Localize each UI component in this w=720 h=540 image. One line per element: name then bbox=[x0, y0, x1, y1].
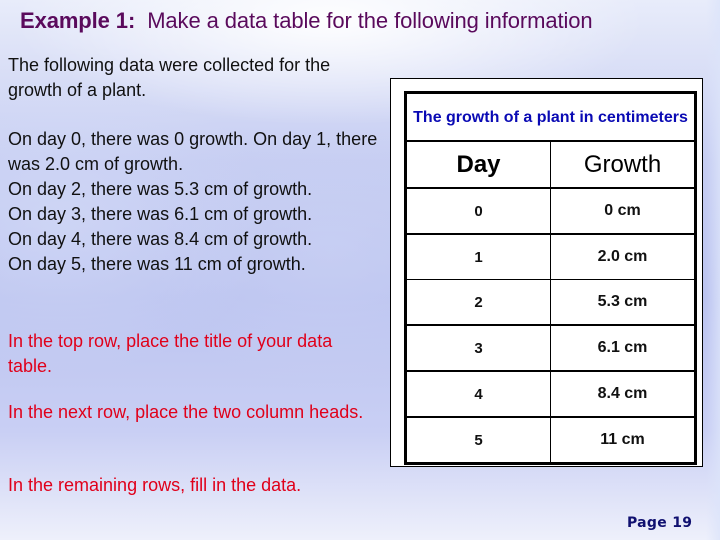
cell-growth: 8.4 cm bbox=[550, 370, 696, 418]
fact-line: On day 3, there was 6.1 cm of growth. bbox=[8, 204, 313, 224]
table-row: 4 8.4 cm bbox=[405, 370, 696, 418]
instruction-title-row: In the top row, place the title of your … bbox=[8, 331, 333, 376]
intro-paragraph: The following data were collected for th… bbox=[8, 55, 331, 100]
background-edge-band bbox=[706, 0, 720, 540]
table-row: 5 11 cm bbox=[405, 416, 696, 464]
cell-growth: 11 cm bbox=[550, 416, 696, 464]
fact-line: On day 0, there was 0 growth. On day 1, … bbox=[8, 129, 378, 174]
cell-growth: 0 cm bbox=[550, 187, 696, 235]
fact-line: On day 2, there was 5.3 cm of growth. bbox=[8, 179, 313, 199]
cell-growth: 2.0 cm bbox=[550, 233, 696, 280]
cell-day: 1 bbox=[405, 233, 551, 280]
column-header-day: Day bbox=[405, 140, 551, 189]
table-row: 0 0 cm bbox=[405, 187, 696, 235]
slide-title: Example 1: Make a data table for the fol… bbox=[20, 8, 593, 34]
cell-growth: 5.3 cm bbox=[550, 279, 696, 326]
slide-title-label: Example 1: bbox=[20, 8, 136, 33]
table-row: 2 5.3 cm bbox=[405, 279, 696, 326]
fact-line: On day 4, there was 8.4 cm of growth. bbox=[8, 229, 313, 249]
page-number: Page 19 bbox=[627, 515, 693, 531]
instruction-fill-data: In the remaining rows, fill in the data. bbox=[8, 475, 302, 495]
data-table: The growth of a plant in centimeters Day… bbox=[404, 91, 697, 465]
table-row: 3 6.1 cm bbox=[405, 324, 696, 372]
cell-day: 0 bbox=[405, 187, 551, 235]
column-header-growth: Growth bbox=[550, 140, 696, 189]
slide-title-text: Make a data table for the following info… bbox=[135, 8, 593, 33]
cell-day: 5 bbox=[405, 416, 551, 464]
cell-day: 3 bbox=[405, 324, 551, 372]
cell-growth: 6.1 cm bbox=[550, 324, 696, 372]
table-title: The growth of a plant in centimeters bbox=[405, 92, 696, 142]
instruction-column-heads: In the next row, place the two column he… bbox=[8, 402, 364, 422]
facts-paragraph: On day 0, there was 0 growth. On day 1, … bbox=[8, 127, 378, 277]
cell-day: 2 bbox=[405, 279, 551, 326]
fact-line: On day 5, there was 11 cm of growth. bbox=[8, 254, 306, 274]
table-row: 1 2.0 cm bbox=[405, 233, 696, 280]
cell-day: 4 bbox=[405, 370, 551, 418]
